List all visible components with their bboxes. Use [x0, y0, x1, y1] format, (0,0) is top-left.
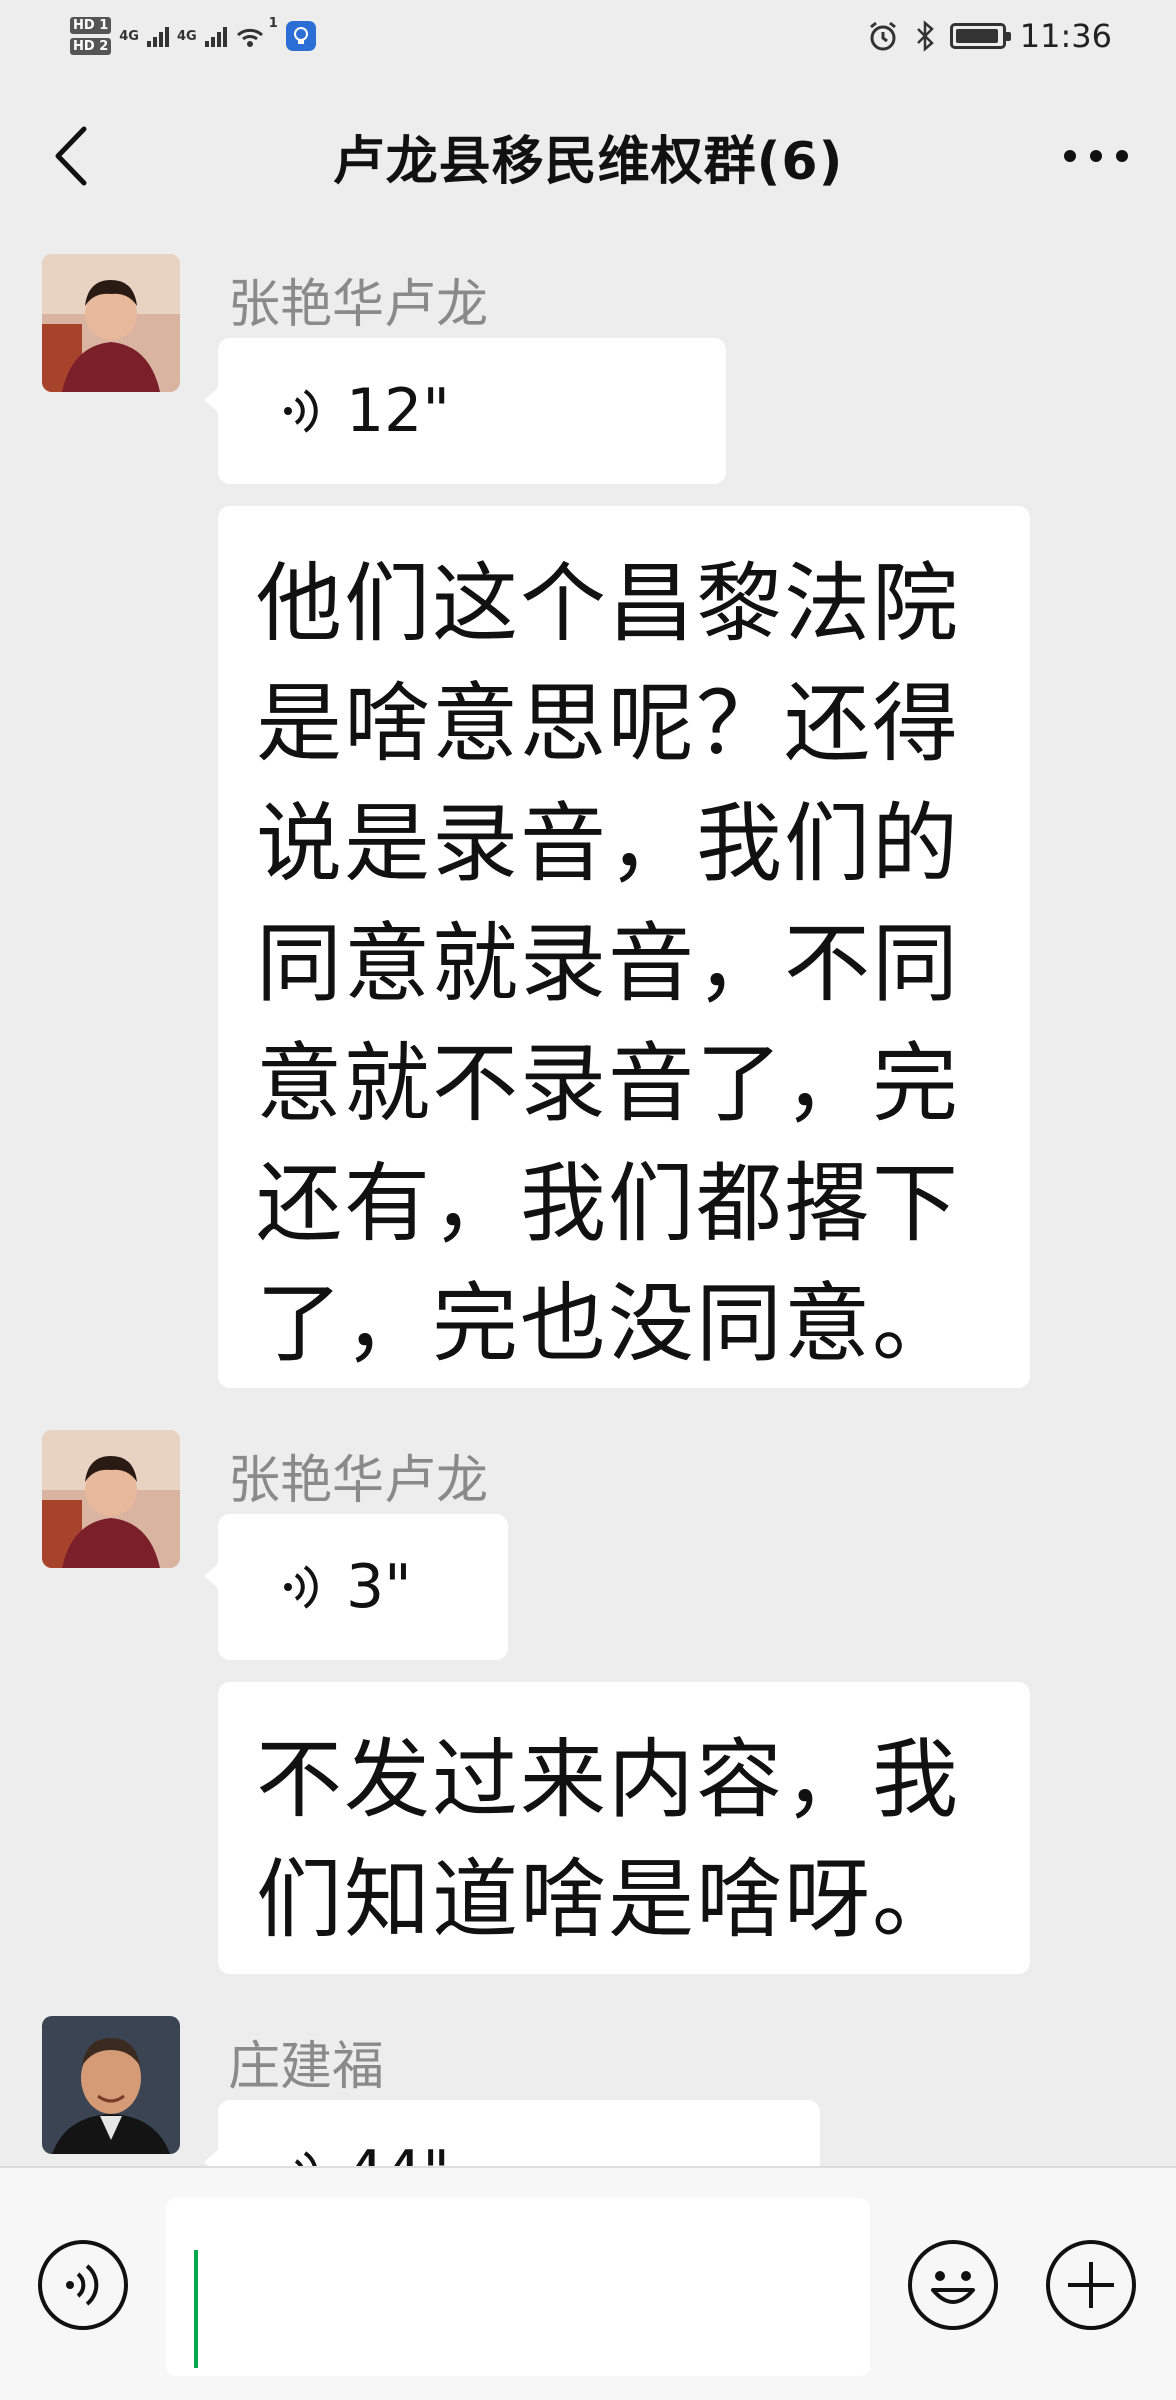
voice-row: 3"	[282, 1514, 412, 1660]
avatar[interactable]	[42, 254, 180, 392]
avatar[interactable]	[42, 2016, 180, 2154]
status-time: 11:36	[1019, 17, 1112, 55]
plus-icon	[1046, 2240, 1136, 2330]
voice-wave-icon	[284, 1565, 318, 1609]
bluetooth-icon	[916, 20, 934, 52]
alarm-icon	[869, 21, 896, 51]
text-caret	[194, 2250, 198, 2368]
network-type-1: 4G	[119, 28, 139, 44]
sim-badges: HD 1 HD 2	[70, 17, 112, 55]
message-text: 他们这个昌黎法院 是啥意思呢？还得 说是录音，我们的 同意就录音，不同 意就不录…	[256, 554, 960, 1374]
emoji-button[interactable]	[906, 2238, 1000, 2332]
app-notification-icon	[285, 21, 316, 51]
wifi-superscript: 1	[268, 16, 278, 31]
signal-icon	[204, 25, 227, 47]
avatar-image	[42, 1430, 180, 1568]
text-message[interactable]: 他们这个昌黎法院 是啥意思呢？还得 说是录音，我们的 同意就录音，不同 意就不录…	[218, 506, 1030, 1388]
status-left: HD 1 HD 2 4G 4G 1	[70, 17, 316, 55]
avatar-image	[42, 254, 180, 392]
chat-title: 卢龙县移民维权群(6)	[332, 131, 844, 192]
voice-message[interactable]: 3"	[204, 1514, 508, 1660]
voice-duration: 3"	[346, 1552, 412, 1622]
more-dots-icon	[1064, 150, 1128, 162]
voice-row: 12"	[282, 338, 450, 484]
voice-wave-icon	[284, 389, 318, 433]
chevron-left-icon	[55, 126, 87, 186]
battery-level	[955, 29, 998, 43]
signal-icon	[146, 25, 169, 47]
voice-duration: 12"	[346, 376, 450, 446]
avatar[interactable]	[42, 1430, 180, 1568]
voice-message[interactable]: 12"	[204, 338, 726, 484]
nav-bar: 卢龙县移民维权群(6)	[0, 88, 1176, 224]
more-button[interactable]	[1056, 124, 1136, 188]
avatar-image	[42, 2016, 180, 2154]
voice-mode-icon	[38, 2240, 128, 2330]
message-text: 不发过来内容，我 们知道啥是啥呀。	[256, 1730, 960, 1950]
status-bar: HD 1 HD 2 4G 4G 1 11:36	[0, 0, 1176, 72]
back-button[interactable]	[40, 124, 100, 188]
emoji-icon	[908, 2240, 998, 2330]
wifi-icon	[236, 28, 263, 47]
battery-icon	[949, 23, 1011, 49]
voice-mode-button[interactable]	[36, 2238, 130, 2332]
status-right: 11:36	[866, 17, 1112, 55]
sim1-badge: HD 1	[70, 17, 112, 34]
network-type-2: 4G	[176, 28, 197, 44]
sender-name: 张艳华卢龙	[228, 275, 489, 335]
sender-name: 张艳华卢龙	[228, 1451, 489, 1511]
input-bar	[0, 2166, 1176, 2400]
sim2-badge: HD 2	[70, 38, 112, 55]
text-message[interactable]: 不发过来内容，我 们知道啥是啥呀。	[218, 1682, 1030, 1974]
sender-name: 庄建福	[228, 2037, 385, 2097]
message-input[interactable]	[166, 2198, 870, 2376]
plus-button[interactable]	[1044, 2238, 1138, 2332]
